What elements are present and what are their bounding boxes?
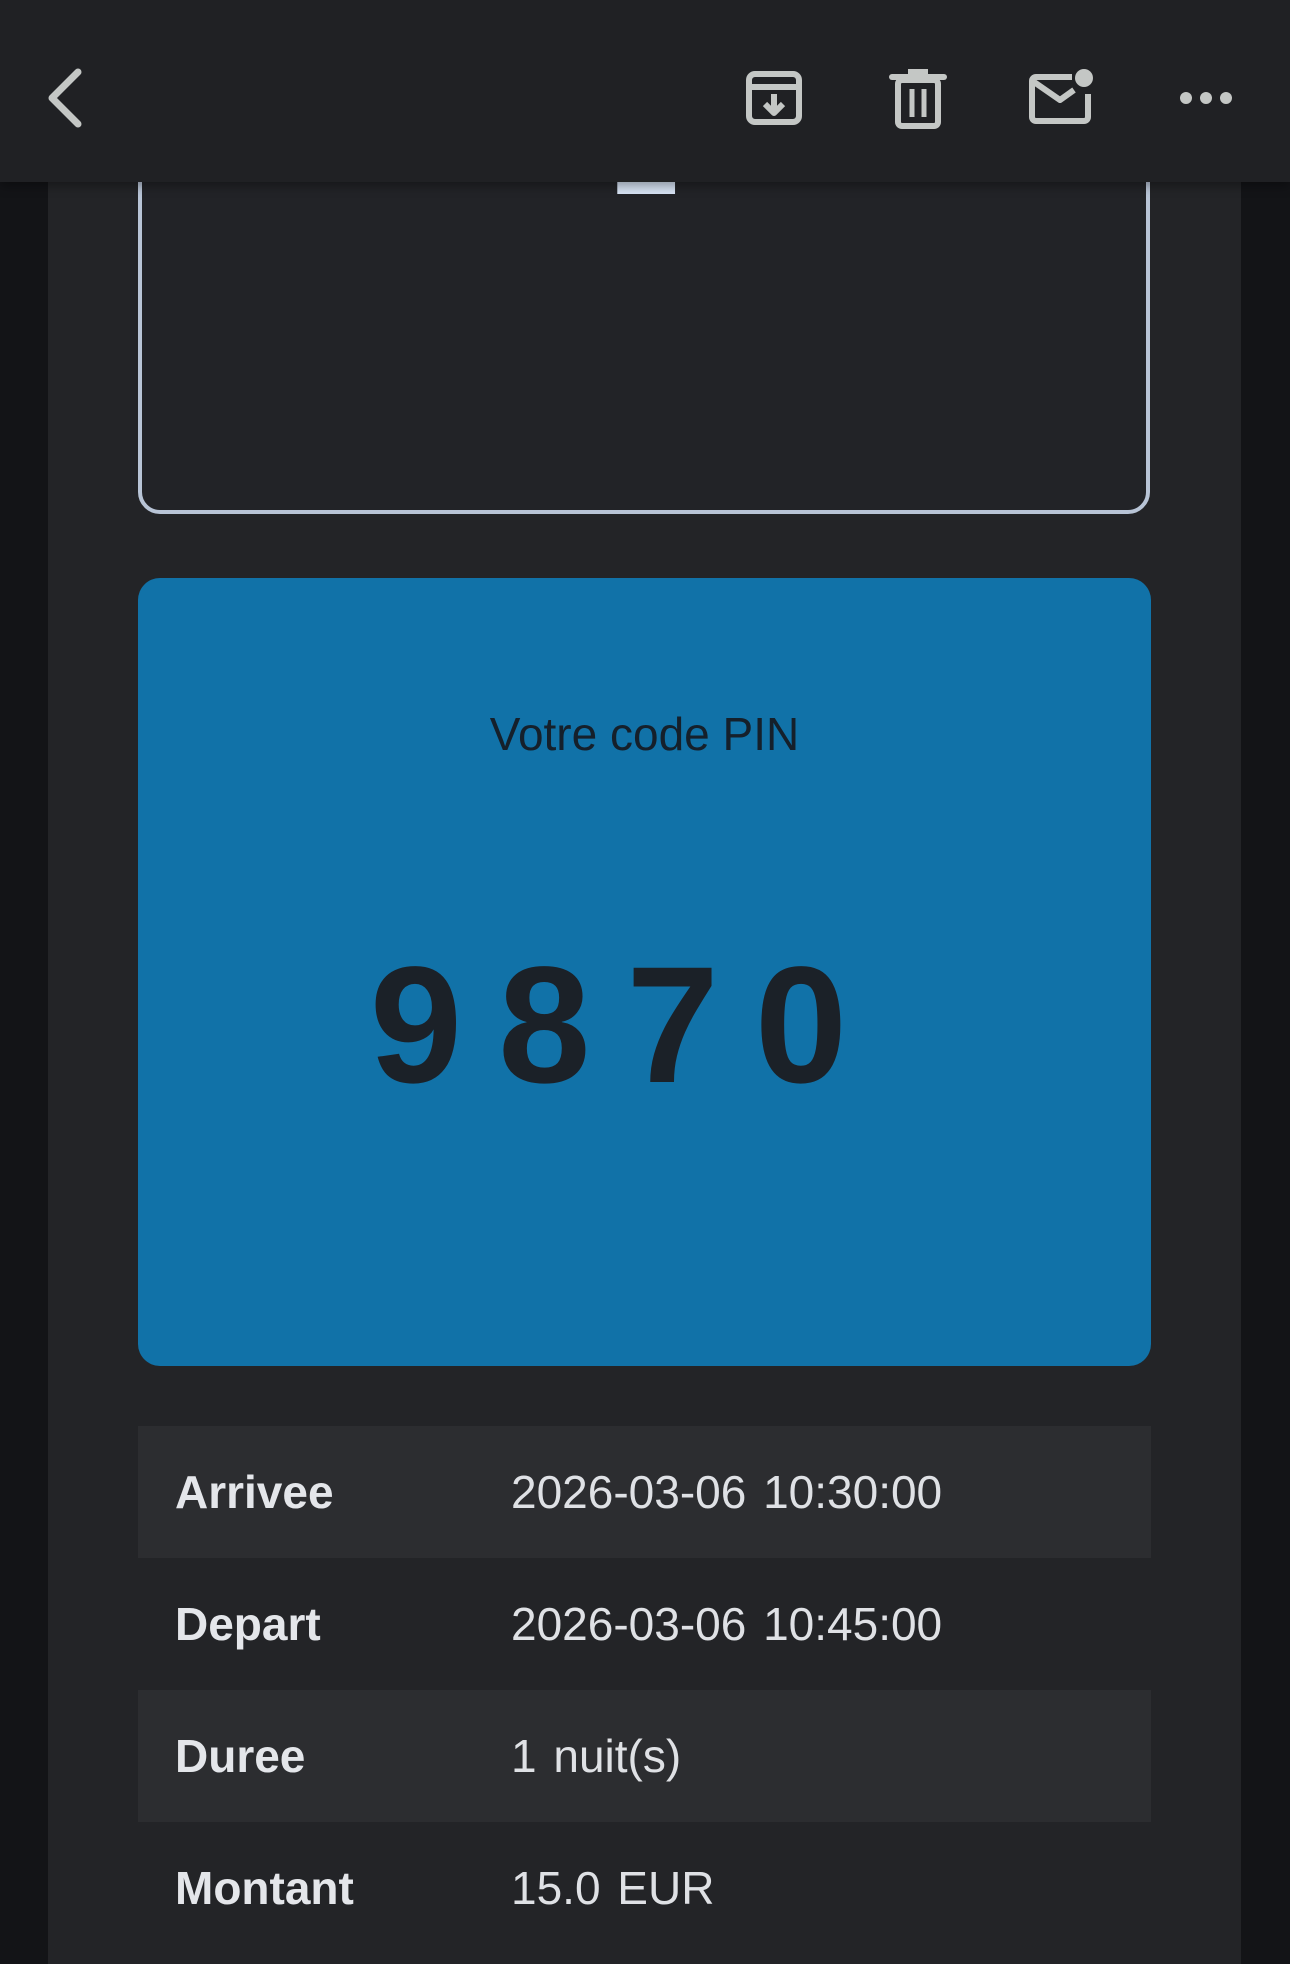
details-row-arrival: Arrivee 2026-03-06 10:30:00 — [138, 1426, 1151, 1558]
details-row-departure: Depart 2026-03-06 10:45:00 — [138, 1558, 1151, 1690]
back-button[interactable] — [20, 50, 116, 146]
more-options-button[interactable] — [1158, 50, 1254, 146]
details-label: Duree — [175, 1730, 306, 1782]
pin-card: Votre code PIN 9870 — [138, 578, 1151, 1366]
trash-icon — [889, 69, 947, 129]
details-label: Arrivee — [175, 1466, 334, 1518]
email-toolbar — [0, 0, 1290, 182]
booking-details-table: Arrivee 2026-03-06 10:30:00 Depart 2026-… — [138, 1426, 1151, 1954]
details-value: 2026-03-06 10:45:00 — [511, 1598, 943, 1650]
details-value: 2026-03-06 10:30:00 — [511, 1466, 943, 1518]
mark-unread-icon — [1029, 69, 1093, 124]
details-row-amount: Montant 15.0 EUR — [138, 1822, 1151, 1954]
more-horizontal-icon — [1180, 92, 1232, 104]
details-value: 15.0 EUR — [511, 1862, 715, 1914]
details-label: Montant — [175, 1862, 354, 1914]
details-row-duration: Duree 1 nuit(s) — [138, 1690, 1151, 1822]
details-label: Depart — [175, 1598, 321, 1650]
delete-button[interactable] — [870, 50, 966, 146]
pin-code: 9870 — [369, 933, 884, 1118]
archive-button[interactable] — [726, 50, 822, 146]
archive-icon — [746, 71, 802, 125]
pin-label: Votre code PIN — [489, 708, 800, 760]
mark-unread-button[interactable] — [1014, 50, 1110, 146]
chevron-left-icon — [48, 68, 82, 128]
details-value: 1 nuit(s) — [511, 1730, 682, 1782]
